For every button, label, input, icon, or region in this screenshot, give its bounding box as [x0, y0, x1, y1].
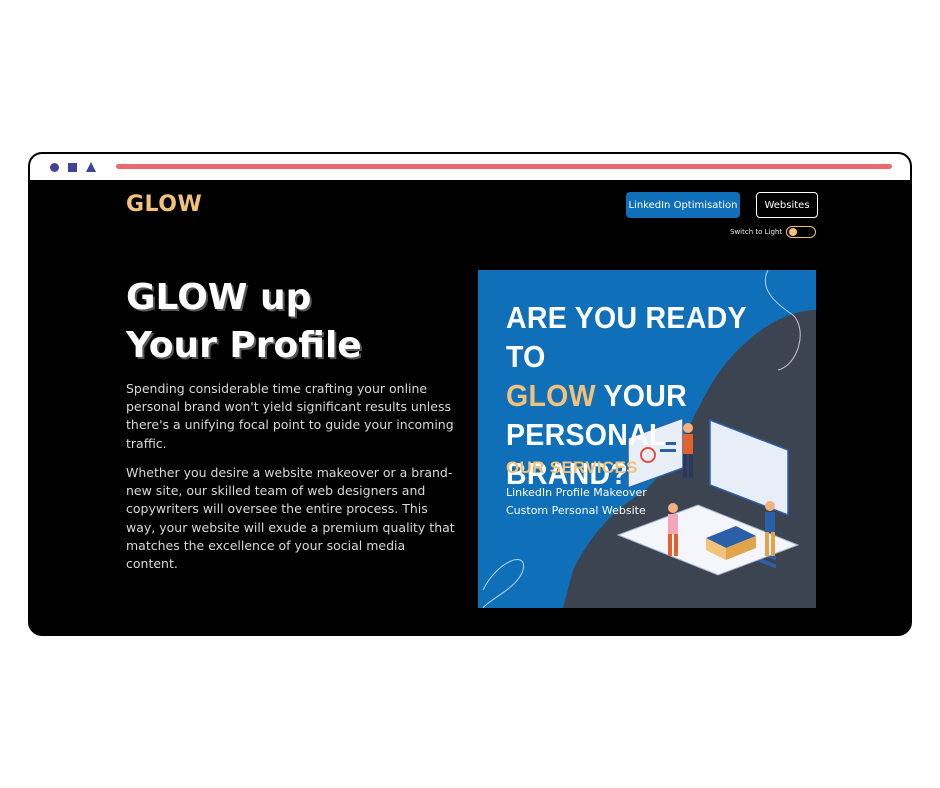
service-item-linkedin: LinkedIn Profile Makeover	[506, 486, 647, 499]
address-bar[interactable]	[116, 164, 892, 169]
curve-line-bottom	[482, 559, 524, 608]
promo-title-line-3: PERSONAL BRAND?	[506, 417, 667, 491]
circle-icon	[50, 163, 59, 172]
browser-chrome	[30, 154, 910, 181]
websites-button[interactable]: Websites	[756, 192, 818, 218]
hero-paragraph-1: Spending considerable time crafting your…	[126, 381, 454, 451]
theme-toggle[interactable]	[786, 226, 816, 238]
triangle-icon	[86, 162, 96, 172]
hero-paragraph-2: Whether you desire a website makeover or…	[126, 465, 455, 572]
browser-window: GLOW LinkedIn Optimisation Websites Swit…	[28, 152, 912, 636]
square-icon	[68, 163, 77, 172]
services-title: OUR SERVICES	[506, 458, 638, 477]
promo-title-line-1: ARE YOU READY TO	[506, 300, 747, 374]
promo-highlight-word: GLOW	[506, 378, 596, 413]
site-logo[interactable]: GLOW	[126, 192, 202, 217]
promo-title-line-2: GLOW YOUR	[506, 376, 782, 415]
headline-line-2: Your Profile	[126, 325, 362, 366]
promo-title-your: YOUR	[603, 378, 688, 413]
promo-image: ARE YOU READY TO GLOW YOUR PERSONAL BRAN…	[478, 270, 816, 608]
hero-headline: GLOW up Your Profile	[126, 274, 466, 370]
linkedin-optimisation-button[interactable]: LinkedIn Optimisation	[626, 192, 740, 218]
toggle-knob	[789, 228, 797, 236]
theme-toggle-label: Switch to Light	[730, 228, 783, 236]
service-item-website: Custom Personal Website	[506, 504, 646, 517]
headline-line-1: GLOW up	[126, 277, 312, 318]
